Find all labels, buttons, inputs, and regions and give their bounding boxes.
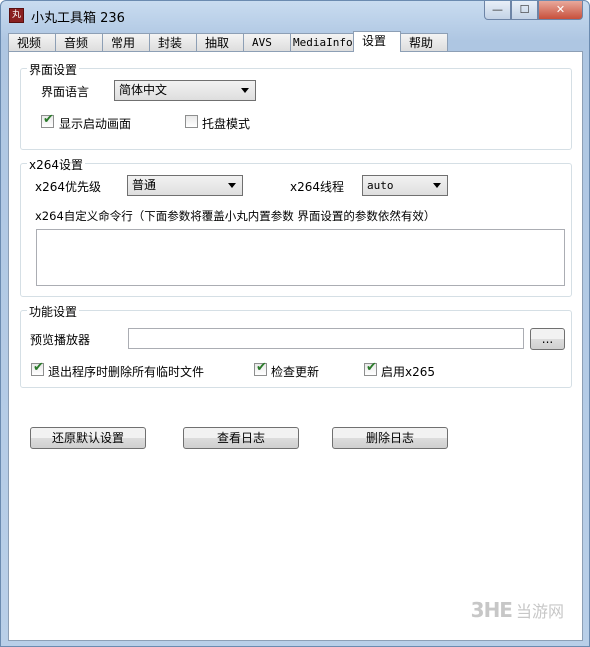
- minimize-button[interactable]: —: [484, 1, 511, 20]
- x264-priority-label: x264优先级: [35, 180, 102, 194]
- view-log-button[interactable]: 查看日志: [183, 427, 299, 449]
- x264-threads-select[interactable]: auto: [362, 175, 448, 196]
- close-button[interactable]: ✕: [538, 1, 583, 20]
- checkmark-icon: ✔: [366, 360, 377, 375]
- show-splash-label: 显示启动画面: [59, 117, 132, 131]
- enable-x265-checkbox[interactable]: ✔: [364, 360, 377, 376]
- enable-x265-label: 启用x265: [381, 365, 436, 379]
- ui-settings-legend: 界面设置: [27, 61, 80, 78]
- tab-video[interactable]: 视频: [8, 33, 56, 52]
- checkmark-icon: ✔: [43, 112, 54, 127]
- tray-mode-checkbox[interactable]: [185, 115, 198, 128]
- watermark-logo: 3HE: [470, 598, 513, 622]
- x264-settings-group: x264设置 x264优先级 普通 x264线程 auto x264自定义命令行…: [20, 156, 572, 297]
- tray-mode-label: 托盘模式: [202, 117, 251, 131]
- window-controls: — ☐ ✕: [484, 1, 583, 21]
- tab-settings[interactable]: 设置: [353, 31, 401, 52]
- title-bar[interactable]: 丸 小丸工具箱 236 — ☐ ✕: [1, 1, 589, 31]
- show-splash-checkbox[interactable]: ✔: [41, 112, 54, 128]
- delete-log-button[interactable]: 删除日志: [332, 427, 448, 449]
- ui-settings-group: 界面设置 界面语言 简体中文 ✔ 显示启动画面 托盘模式: [20, 61, 572, 150]
- language-label: 界面语言: [41, 85, 90, 99]
- x264-priority-select[interactable]: 普通: [127, 175, 243, 196]
- chevron-down-icon: [433, 183, 441, 188]
- x264-custom-cmd-input[interactable]: [36, 229, 565, 286]
- delete-temp-label: 退出程序时删除所有临时文件: [48, 365, 205, 379]
- x264-settings-legend: x264设置: [27, 156, 86, 173]
- tab-help[interactable]: 帮助: [400, 33, 448, 52]
- watermark-text: 当游网: [515, 602, 564, 621]
- x264-priority-value: 普通: [132, 178, 157, 192]
- tab-extract[interactable]: 抽取: [196, 33, 244, 52]
- checkmark-icon: ✔: [33, 360, 44, 375]
- tab-strip: 视频 音频 常用 封装 抽取 AVS MediaInfo 设置 帮助: [8, 31, 448, 52]
- tab-audio[interactable]: 音频: [55, 33, 103, 52]
- checkmark-icon: ✔: [256, 360, 267, 375]
- language-select[interactable]: 简体中文: [114, 80, 256, 101]
- window-title: 小丸工具箱 236: [31, 11, 125, 26]
- restore-defaults-button[interactable]: 还原默认设置: [30, 427, 146, 449]
- x264-threads-label: x264线程: [290, 180, 345, 194]
- check-update-label: 检查更新: [271, 365, 320, 379]
- x264-threads-value: auto: [367, 179, 394, 192]
- delete-temp-checkbox[interactable]: ✔: [31, 360, 44, 376]
- chevron-down-icon: [228, 183, 236, 188]
- check-update-checkbox[interactable]: ✔: [254, 360, 267, 376]
- browse-button[interactable]: ...: [530, 328, 565, 350]
- tab-common[interactable]: 常用: [102, 33, 150, 52]
- tab-mediainfo[interactable]: MediaInfo: [290, 33, 354, 52]
- feature-settings-group: 功能设置 预览播放器 ... ✔ 退出程序时删除所有临时文件 ✔ 检查更新 ✔ …: [20, 303, 572, 388]
- tab-mux[interactable]: 封装: [149, 33, 197, 52]
- settings-panel: 界面设置 界面语言 简体中文 ✔ 显示启动画面 托盘模式 x264设置 x264…: [8, 51, 583, 641]
- x264-custom-cmd-label: x264自定义命令行（下面参数将覆盖小丸内置参数 界面设置的参数依然有效）: [35, 209, 436, 223]
- tab-avs[interactable]: AVS: [243, 33, 291, 52]
- language-select-value: 简体中文: [119, 83, 168, 97]
- app-window: 丸 小丸工具箱 236 — ☐ ✕ 视频 音频 常用 封装 抽取 AVS Med…: [0, 0, 590, 647]
- site-watermark: 3HE 当游网: [471, 598, 564, 622]
- player-label: 预览播放器: [30, 333, 91, 347]
- maximize-button[interactable]: ☐: [511, 1, 538, 20]
- app-icon: 丸: [9, 8, 24, 23]
- feature-settings-legend: 功能设置: [27, 303, 80, 320]
- player-path-input[interactable]: [128, 328, 524, 349]
- chevron-down-icon: [241, 88, 249, 93]
